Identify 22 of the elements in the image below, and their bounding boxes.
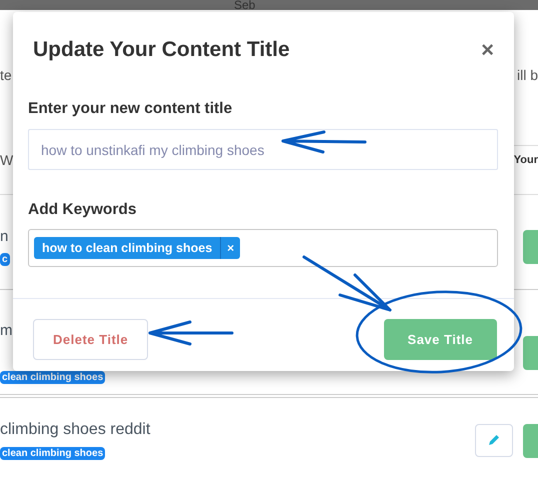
title-input-field[interactable]: how to unstinkafi my climbing shoes	[28, 129, 498, 170]
intro-text: ill b	[516, 67, 538, 83]
keyword-tag: clean climbing shoes	[0, 447, 106, 460]
intro-text: te	[0, 67, 12, 83]
keywords-field[interactable]: how to clean climbing shoes ×	[28, 229, 498, 267]
user-name: Seb	[234, 0, 256, 10]
close-button[interactable]: ×	[481, 37, 494, 63]
content-title: n	[0, 228, 8, 245]
content-title: m	[0, 322, 12, 339]
keyword-text: how to clean climbing shoes	[41, 240, 214, 257]
keyword-tag: clean climbing shoes	[0, 371, 106, 384]
content-title: climbing shoes reddit	[0, 421, 150, 439]
field-label: Add Keywords	[28, 201, 138, 219]
delete-title-button[interactable]: Delete Title	[33, 319, 148, 360]
edit-button[interactable]	[475, 424, 513, 456]
dialog-title: Update Your Content Title	[33, 38, 290, 62]
pencil-icon	[487, 433, 501, 447]
field-label: Enter your new content title	[28, 100, 234, 118]
save-title-button[interactable]: Save Title	[384, 319, 497, 360]
keyword-tag: c	[0, 253, 10, 266]
filter-label: W	[0, 152, 14, 168]
remove-keyword-button[interactable]: ×	[220, 237, 240, 259]
